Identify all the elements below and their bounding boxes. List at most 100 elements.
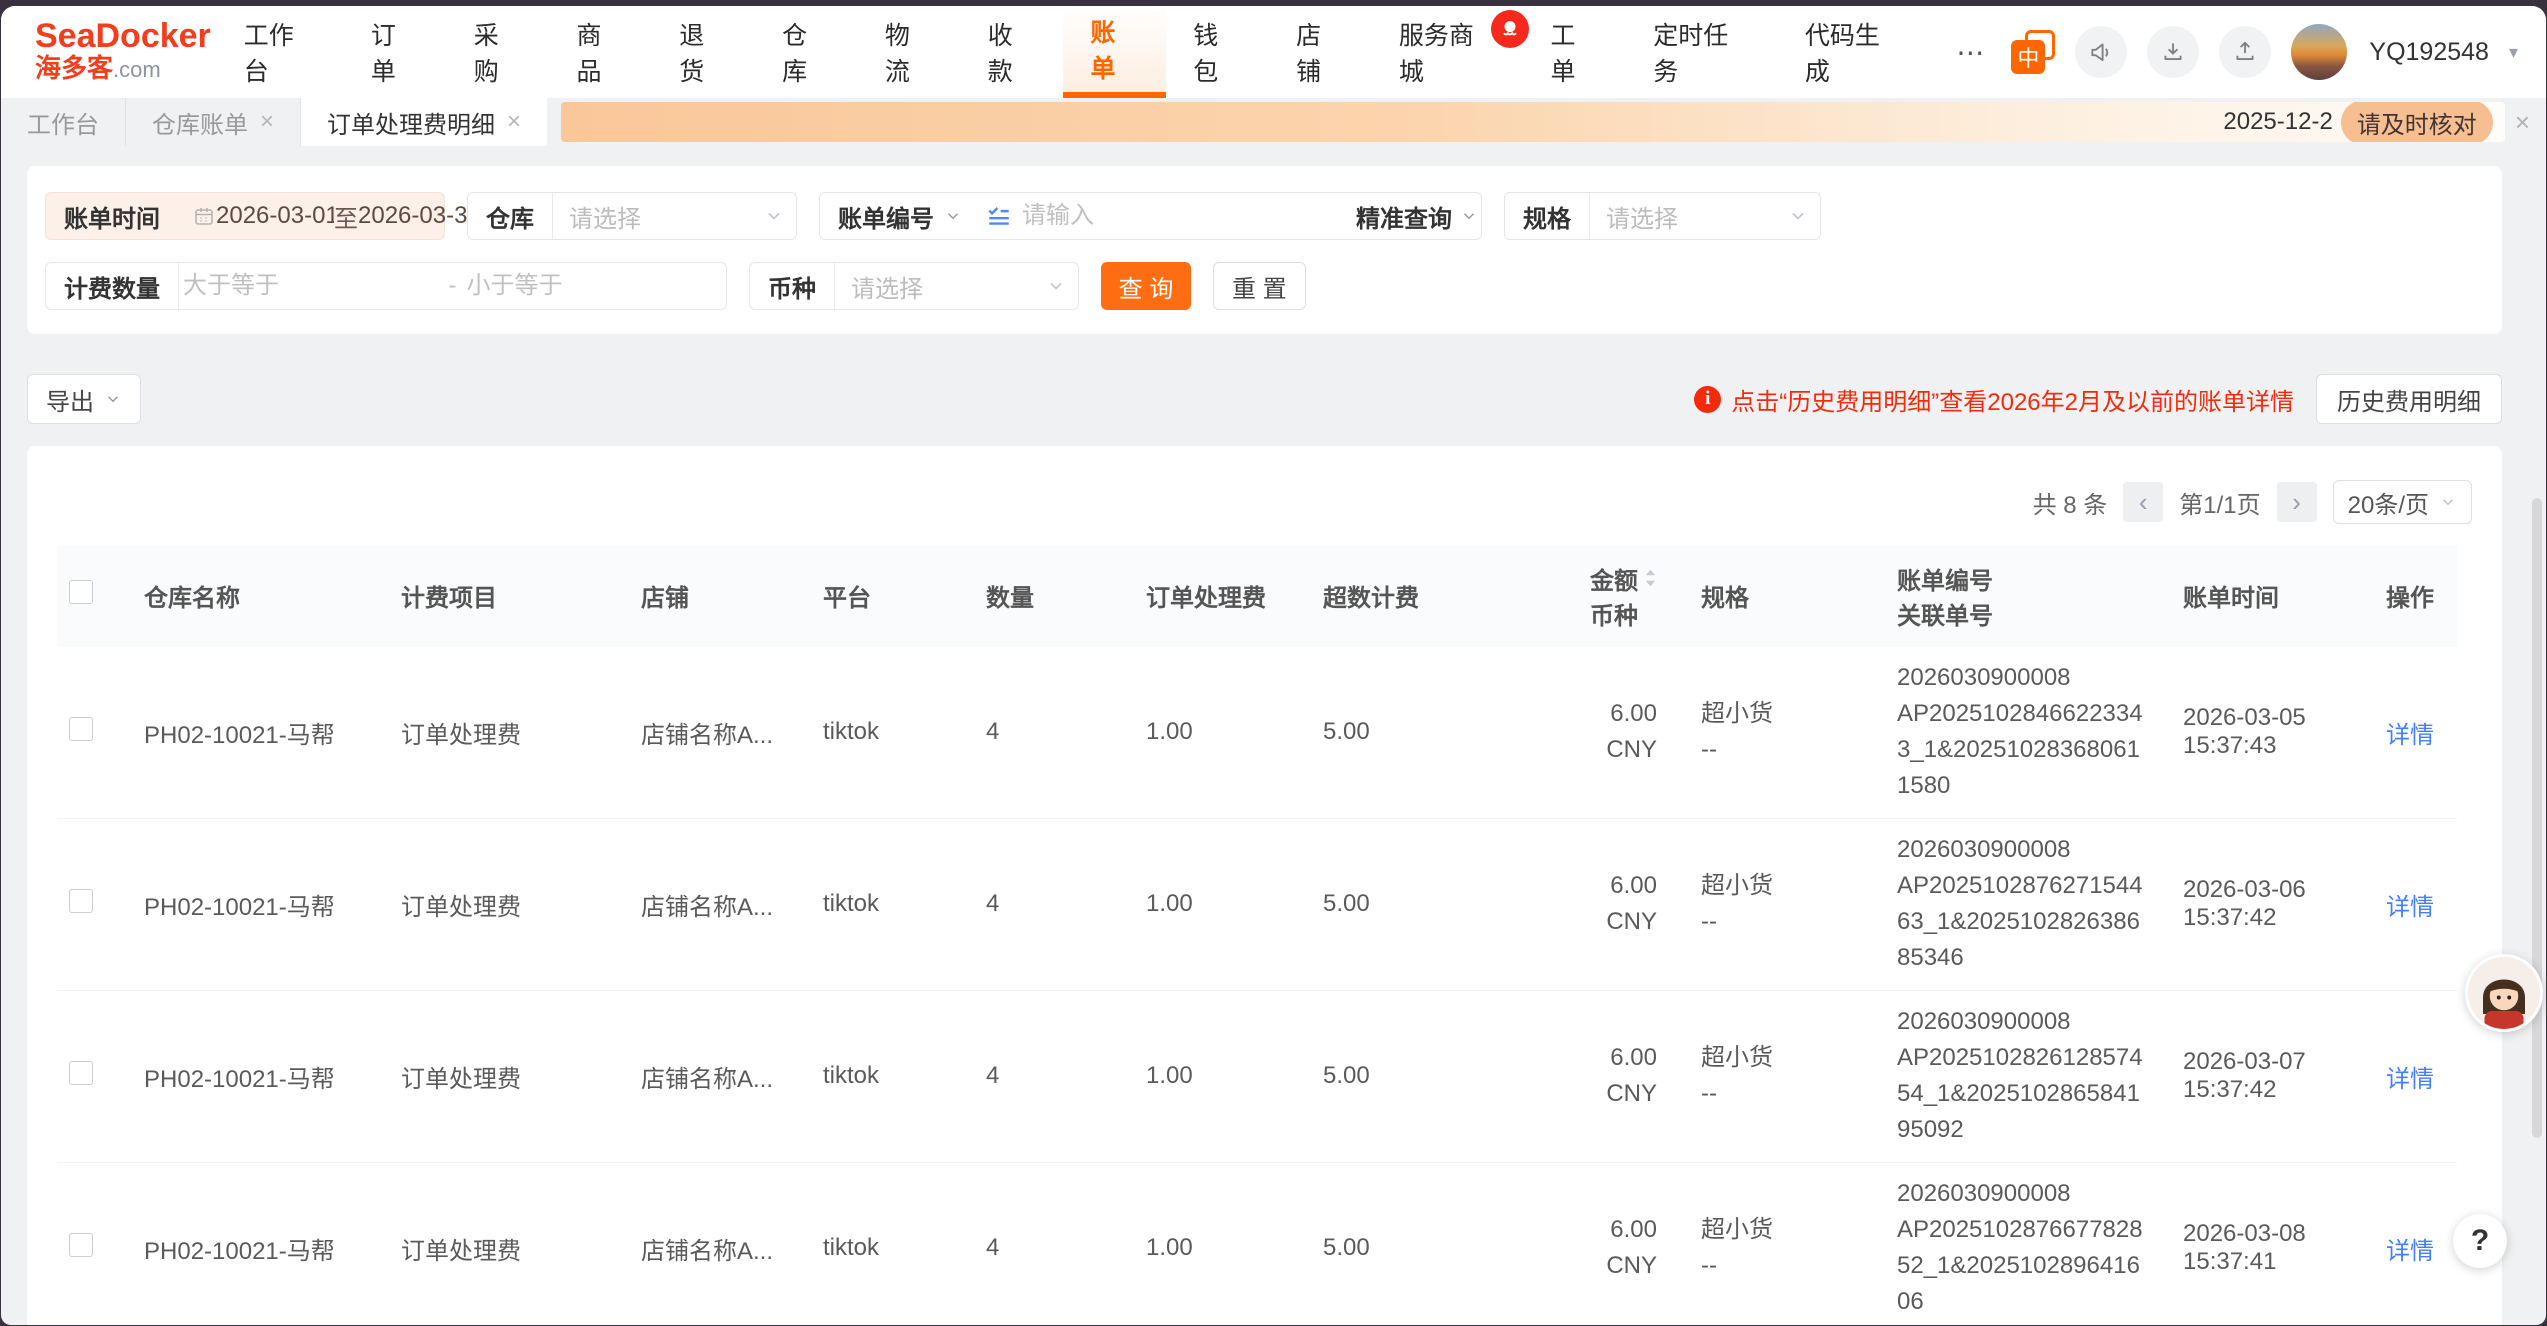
customer-service-avatar[interactable] [2465,954,2543,1032]
bill-no-type-select[interactable]: 账单编号 [820,199,974,234]
share-icon [2232,39,2258,65]
language-switch-icon[interactable]: 中 [2011,30,2055,74]
reset-button[interactable]: 重 置 [1213,262,1306,310]
tab-workbench[interactable]: 工作台 [1,98,126,146]
fee-table: 仓库名称 计费项目 店铺 平台 数量 订单处理费 超数计费 金额 币种 [57,546,2457,1325]
nav-item-bills[interactable]: 账单 [1063,6,1166,98]
sort-icon[interactable] [1644,567,1657,589]
cell-amount: 6.00 [1498,1040,1657,1076]
user-avatar[interactable] [2291,24,2347,80]
header-amount-currency: 金额 币种 [1498,546,1663,646]
cell-warehouse: PH02-10021-马帮 [144,646,401,818]
tab-order-fee-detail[interactable]: 订单处理费明细× [301,98,547,146]
qty-max-input[interactable] [463,272,727,300]
filter-warehouse[interactable]: 仓库 请选择 [467,192,797,240]
announcement-button[interactable] [2075,26,2127,78]
history-notice-text: 点击“历史费用明细”查看2026年2月及以前的账单详情 [1731,382,2294,417]
user-menu-caret-icon[interactable]: ▾ [2509,42,2518,63]
cell-fee-item: 订单处理费 [401,646,641,818]
header-qty: 数量 [986,546,1146,646]
bill-no-input[interactable] [1022,202,1332,230]
nav-item-code-gen[interactable]: 代码生成 [1778,6,1930,98]
cell-currency: CNY [1498,904,1657,940]
nav-item-scheduled-tasks[interactable]: 定时任务 [1626,6,1778,98]
cell-platform: tiktok [823,646,986,818]
cell-spec: 超小货 [1701,1040,1897,1076]
detail-link[interactable]: 详情 [2386,1066,2434,1093]
prev-page-button[interactable]: ‹ [2123,482,2163,522]
cell-related-no: AP20251028466223343_1&202510283680611580 [1897,696,2143,804]
pagination-page: 第1/1页 [2179,485,2260,520]
tab-close-icon[interactable]: × [260,108,274,136]
cell-store: 店铺名称A... [641,818,823,990]
detail-link[interactable]: 详情 [2386,722,2434,749]
brand-logo[interactable]: SeaDocker 海多客.com [1,6,217,98]
top-navigation: SeaDocker 海多客.com 工作台 订单 采购 商品 退货 仓库 物流 … [1,6,2546,98]
help-button[interactable]: ? [2453,1214,2507,1268]
nav-item-warehouse[interactable]: 仓库 [755,6,858,98]
header-spec: 规格 [1663,546,1897,646]
qty-min-input[interactable] [179,272,443,300]
page-size-select[interactable]: 20条/页 [2333,480,2472,524]
cell-spec2: -- [1701,1248,1897,1284]
bill-time-to-input[interactable] [358,202,476,230]
cell-bill-time: 2026-03-07 15:37:42 [2183,990,2386,1162]
filter-spec[interactable]: 规格 请选择 [1504,192,1821,240]
cell-warehouse: PH02-10021-马帮 [144,818,401,990]
next-page-button[interactable]: › [2277,482,2317,522]
select-all-checkbox[interactable] [69,580,93,604]
download-button[interactable] [2147,26,2199,78]
row-checkbox[interactable] [69,889,93,913]
nav-item-service-mall[interactable]: 服务商城 [1372,6,1524,98]
nav-item-wallet[interactable]: 钱包 [1166,6,1269,98]
row-checkbox[interactable] [69,717,93,741]
nav-item-stores[interactable]: 店铺 [1269,6,1372,98]
username[interactable]: YQ192548 [2369,38,2489,67]
header-amount: 金额 [1590,561,1638,596]
history-notice: i 点击“历史费用明细”查看2026年2月及以前的账单详情 [1694,382,2294,417]
nav-more-button[interactable]: ⋯ [1929,6,2011,98]
tab-warehouse-bill[interactable]: 仓库账单× [126,98,301,146]
share-button[interactable] [2219,26,2271,78]
nav-item-returns[interactable]: 退货 [652,6,755,98]
banner-badge[interactable]: 请及时核对 [2341,102,2493,142]
chevron-down-icon [1788,206,1808,226]
spec-label: 规格 [1505,199,1589,234]
export-label: 导出 [46,382,94,417]
tab-close-icon[interactable]: × [507,108,521,136]
detail-link[interactable]: 详情 [2386,894,2434,921]
bill-time-from-input[interactable] [216,202,334,230]
cell-store: 店铺名称A... [641,1162,823,1325]
vertical-scrollbar[interactable] [2532,498,2542,1138]
detail-link[interactable]: 详情 [2386,1238,2434,1265]
table-panel: 共 8 条 ‹ 第1/1页 › 20条/页 仓库名称 [27,446,2502,1325]
nav-right-tools: 中 YQ192548 ▾ [2011,6,2546,98]
header-currency: 币种 [1498,596,1638,631]
filter-qty: 计费数量 - [45,262,727,310]
cell-qty: 4 [986,646,1146,818]
chevron-down-icon [1046,276,1066,296]
cell-store: 店铺名称A... [641,990,823,1162]
history-fee-button[interactable]: 历史费用明细 [2316,374,2502,424]
filter-currency[interactable]: 币种 请选择 [749,262,1079,310]
cell-spec2: -- [1701,1076,1897,1112]
nav-item-purchase[interactable]: 采购 [447,6,550,98]
batch-input-icon[interactable] [986,203,1012,229]
row-checkbox[interactable] [69,1061,93,1085]
query-mode-select[interactable]: 精准查询 [1342,199,1492,234]
search-button[interactable]: 查 询 [1101,262,1191,310]
banner-close-icon[interactable]: × [2515,107,2530,138]
nav-item-payments[interactable]: 收款 [961,6,1064,98]
nav-item-work-order[interactable]: 工单 [1523,6,1626,98]
nav-item-logistics[interactable]: 物流 [858,6,961,98]
nav-item-workbench[interactable]: 工作台 [217,6,344,98]
pagination: 共 8 条 ‹ 第1/1页 › 20条/页 [57,446,2472,524]
nav-item-orders[interactable]: 订单 [344,6,447,98]
export-button[interactable]: 导出 [27,374,141,424]
cell-spec: 超小货 [1701,868,1897,904]
nav-item-products[interactable]: 商品 [550,6,653,98]
cell-qty: 4 [986,818,1146,990]
brand-cn: 海多客.com [35,53,217,85]
cell-warehouse: PH02-10021-马帮 [144,990,401,1162]
row-checkbox[interactable] [69,1233,93,1257]
